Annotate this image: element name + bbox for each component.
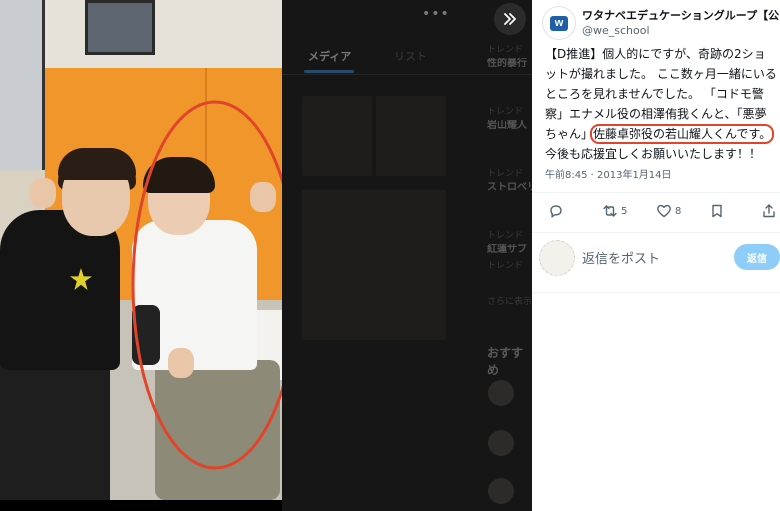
divider (532, 292, 780, 293)
media-thumb (302, 96, 372, 176)
media-thumb (302, 190, 446, 340)
reply-icon (550, 205, 562, 218)
trend-title: 岩山耀人 (487, 120, 527, 131)
tweet-photo[interactable] (0, 0, 282, 500)
divider (532, 232, 780, 233)
trend-title: ストロベリ (487, 182, 532, 193)
reply-button[interactable] (548, 203, 564, 219)
tab-list: リスト (394, 50, 427, 63)
retweet-icon (603, 205, 617, 217)
red-circle-annotation (131, 100, 282, 470)
like-button[interactable]: 8 (656, 203, 681, 219)
reply-input[interactable]: 返信をポスト (582, 248, 660, 267)
trend-label: トレンド (487, 231, 524, 241)
share-icon (763, 204, 775, 218)
bookmark-button[interactable] (709, 203, 725, 219)
tweet-panel: w ワタナベエデュケーショングループ【公 @we_school 【D推進】個人的… (532, 0, 780, 511)
media-thumb (376, 96, 446, 176)
avatar (488, 430, 514, 456)
trend-label: トレンド (487, 45, 524, 55)
share-button[interactable] (761, 203, 777, 219)
avatar (488, 380, 514, 406)
recommend-heading: おすすめ (487, 346, 524, 377)
avatar[interactable]: w (542, 6, 576, 40)
more-icon: ••• (422, 6, 450, 22)
action-bar: 5 8 (532, 203, 780, 223)
trend-title: 性的暴行 (487, 58, 527, 69)
trend-label: トレンド (487, 169, 524, 179)
media-viewer: ••• メディア リスト トレンド 性的暴行 トレンド 岩山耀人 トレンド スト… (0, 0, 780, 511)
tweet-timestamp[interactable]: 午前8:45 · 2013年1月14日 (545, 166, 672, 181)
avatar (488, 478, 514, 504)
chevrons-right-icon[interactable] (494, 3, 526, 35)
background-page: ••• メディア リスト トレンド 性的暴行 トレンド 岩山耀人 トレンド スト… (282, 0, 532, 511)
tweet-header: w ワタナベエデュケーショングループ【公 @we_school (542, 6, 780, 42)
divider (532, 192, 780, 193)
tab-underline (304, 70, 354, 73)
reply-submit-button[interactable]: 返信 (734, 244, 780, 270)
show-more-link: さらに表示 (487, 297, 532, 307)
avatar (539, 240, 575, 276)
trend-label: トレンド (487, 261, 524, 271)
tab-media: メディア (308, 50, 352, 63)
bookmark-icon (712, 204, 722, 218)
trend-title: 紅蓮サブ (487, 244, 527, 255)
retweet-button[interactable]: 5 (602, 203, 627, 219)
trend-label: トレンド (487, 107, 524, 117)
highlighted-text: 佐藤卓弥役の若山耀人くんです。 (590, 124, 775, 144)
user-handle[interactable]: @we_school (582, 24, 650, 37)
tweet-text: 【D推進】個人的にですが、奇跡の2ショットが撮れました。 ここ数ヶ月一緒にいると… (545, 44, 777, 164)
divider (282, 74, 532, 75)
tweet-text-part: 今後も応援宜しくお願いいたします！！ (545, 147, 762, 161)
retweet-count: 5 (621, 205, 628, 217)
like-count: 8 (675, 205, 682, 217)
reply-composer: 返信をポスト 返信 (532, 238, 780, 278)
brand-logo: w (550, 15, 568, 31)
heart-icon (657, 204, 671, 218)
display-name[interactable]: ワタナベエデュケーショングループ【公 (582, 7, 780, 23)
